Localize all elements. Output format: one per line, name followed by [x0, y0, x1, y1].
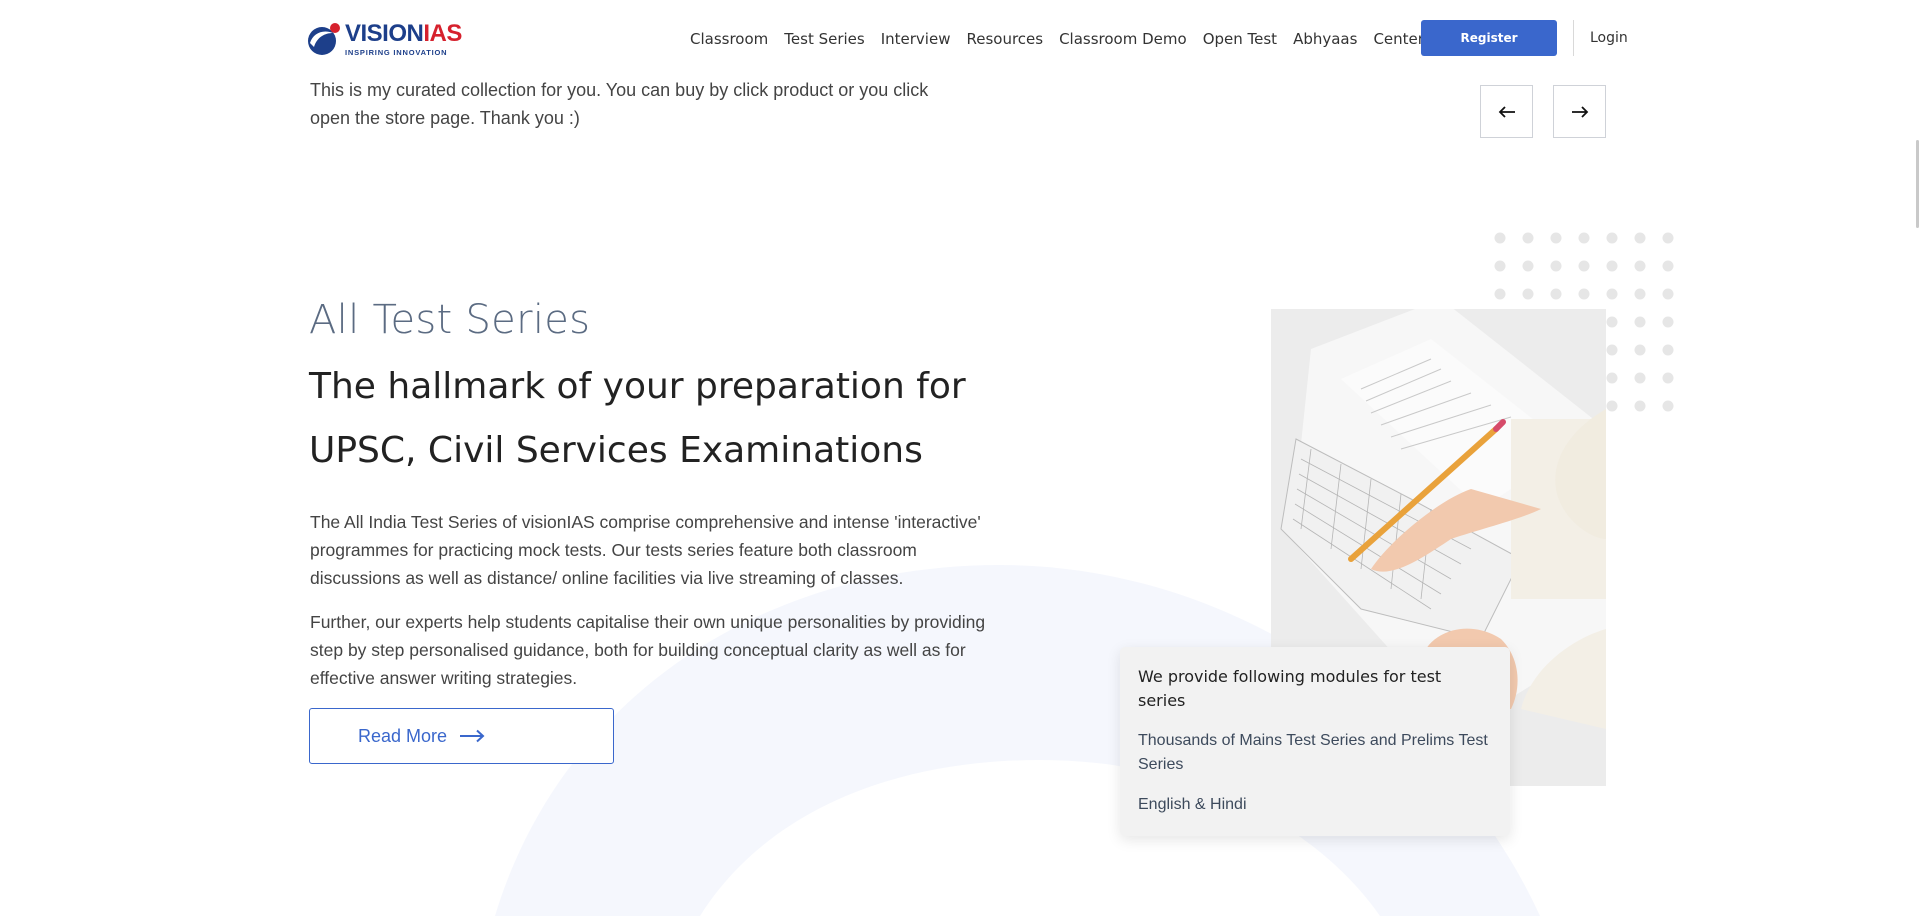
carousel-prev-button[interactable] [1480, 85, 1533, 138]
card-item-languages: English & Hindi [1138, 796, 1247, 813]
nav-divider [1573, 20, 1574, 56]
decorative-dot [1662, 260, 1674, 272]
logo-mark-icon [305, 21, 341, 57]
decorative-dot [1662, 316, 1674, 328]
decorative-dot [1634, 260, 1646, 272]
decorative-dot [1522, 288, 1534, 300]
decorative-dot [1522, 232, 1534, 244]
decorative-dot [1606, 260, 1618, 272]
site-header: VISIONIAS INSPIRING INNOVATION Classroom… [0, 0, 1920, 78]
decorative-dot [1662, 400, 1674, 412]
decorative-dot [1634, 344, 1646, 356]
logo-tagline: INSPIRING INNOVATION [345, 47, 448, 57]
visionias-logo[interactable]: VISIONIAS INSPIRING INNOVATION [305, 20, 475, 58]
decorative-dot [1634, 288, 1646, 300]
decorative-dot [1522, 260, 1534, 272]
decorative-dot [1494, 232, 1506, 244]
nav-interview[interactable]: Interview [881, 30, 951, 48]
decorative-dot [1634, 372, 1646, 384]
section-headline: The hallmark of your preparation for UPS… [309, 366, 966, 471]
nav-resources[interactable]: Resources [966, 30, 1043, 48]
section-paragraph-1: The All India Test Series of visionIAS c… [310, 512, 981, 588]
carousel-next-button[interactable] [1553, 85, 1606, 138]
decorative-dot [1634, 316, 1646, 328]
nav-abhyaas[interactable]: Abhyaas [1293, 30, 1357, 48]
decorative-dot [1606, 400, 1618, 412]
curated-collection-text: This is my curated collection for you. Y… [310, 80, 929, 128]
nav-test-series[interactable]: Test Series [784, 30, 864, 48]
decorative-dot [1606, 372, 1618, 384]
nav-classroom-demo[interactable]: Classroom Demo [1059, 30, 1187, 48]
scrollbar-thumb[interactable] [1916, 140, 1919, 228]
decorative-dot [1606, 316, 1618, 328]
card-title: We provide following modules for test se… [1138, 667, 1442, 710]
decorative-dot [1494, 288, 1506, 300]
decorative-dot [1578, 260, 1590, 272]
decorative-dot [1662, 288, 1674, 300]
decorative-dot [1578, 232, 1590, 244]
decorative-dot [1634, 232, 1646, 244]
modules-info-card: We provide following modules for test se… [1120, 647, 1510, 836]
long-arrow-right-icon [460, 729, 485, 743]
decorative-dot [1550, 260, 1562, 272]
section-kicker: All Test Series [309, 297, 591, 343]
decorative-dot [1606, 232, 1618, 244]
read-more-button[interactable]: Read More [309, 708, 614, 764]
decorative-dot [1550, 232, 1562, 244]
login-link[interactable]: Login [1590, 30, 1628, 46]
nav-open-test[interactable]: Open Test [1203, 30, 1277, 48]
decorative-dot [1662, 372, 1674, 384]
decorative-dot [1578, 288, 1590, 300]
decorative-dot [1634, 400, 1646, 412]
decorative-dot [1606, 344, 1618, 356]
decorative-dot [1606, 288, 1618, 300]
decorative-dot [1494, 260, 1506, 272]
nav-classroom[interactable]: Classroom [690, 30, 768, 48]
arrow-right-icon [1571, 105, 1588, 118]
register-button[interactable]: Register [1421, 20, 1557, 56]
arrow-left-icon [1498, 105, 1515, 118]
main-nav: Classroom Test Series Interview Resource… [690, 27, 1448, 51]
decorative-dot [1662, 344, 1674, 356]
card-item-test-series: Thousands of Mains Test Series and Preli… [1138, 732, 1488, 773]
decorative-dot [1550, 288, 1562, 300]
decorative-dot [1662, 232, 1674, 244]
section-paragraph-2: Further, our experts help students capit… [310, 612, 986, 688]
logo-wordmark: VISIONIAS [345, 19, 462, 47]
read-more-label: Read More [358, 725, 448, 746]
